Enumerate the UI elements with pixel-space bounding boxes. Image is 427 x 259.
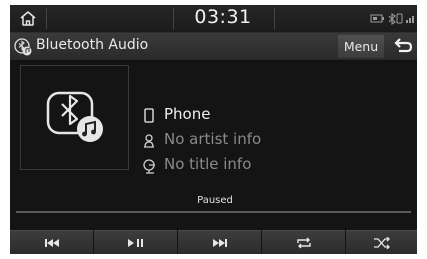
menu-button[interactable]: Menu — [338, 35, 384, 58]
skip-previous-icon — [44, 239, 59, 247]
play-pause-icon — [127, 239, 143, 247]
status-bar: 03:31 — [10, 5, 417, 33]
next-track-button[interactable] — [178, 230, 261, 254]
progress-bar[interactable] — [16, 211, 411, 213]
head-unit-screen: 03:31 Bluetooth Audio Menu Phone No arti… — [10, 5, 417, 254]
previous-track-button[interactable] — [10, 230, 93, 254]
bluetooth-phone-icon — [388, 12, 403, 26]
back-button[interactable] — [387, 35, 417, 58]
battery-icon — [370, 14, 384, 23]
bluetooth-music-icon — [46, 91, 103, 142]
song-title: No title info — [164, 155, 252, 173]
signal-icon — [406, 16, 414, 23]
shuffle-icon — [373, 237, 390, 249]
repeat-button[interactable] — [262, 230, 345, 254]
album-art — [20, 65, 129, 170]
page-title: Bluetooth Audio — [36, 37, 149, 53]
bluetooth-audio-icon — [14, 38, 32, 56]
status-divider — [274, 8, 275, 29]
status-divider — [46, 8, 47, 29]
clock: 03:31 — [194, 6, 252, 28]
title-bar: Bluetooth Audio Menu — [10, 33, 417, 61]
repeat-icon — [296, 237, 311, 249]
home-button[interactable] — [14, 7, 42, 30]
skip-next-icon — [212, 239, 227, 247]
playback-state: Paused — [197, 195, 233, 206]
status-icons — [369, 11, 417, 27]
phone-icon — [144, 108, 154, 123]
playback-controls — [10, 230, 417, 254]
shuffle-button[interactable] — [346, 230, 417, 254]
back-arrow-icon — [394, 38, 413, 53]
music-title-icon — [143, 159, 155, 174]
artist-name: No artist info — [164, 130, 262, 148]
device-name: Phone — [164, 105, 211, 123]
person-icon — [144, 134, 154, 148]
home-icon — [20, 11, 36, 26]
play-pause-button[interactable] — [94, 230, 177, 254]
